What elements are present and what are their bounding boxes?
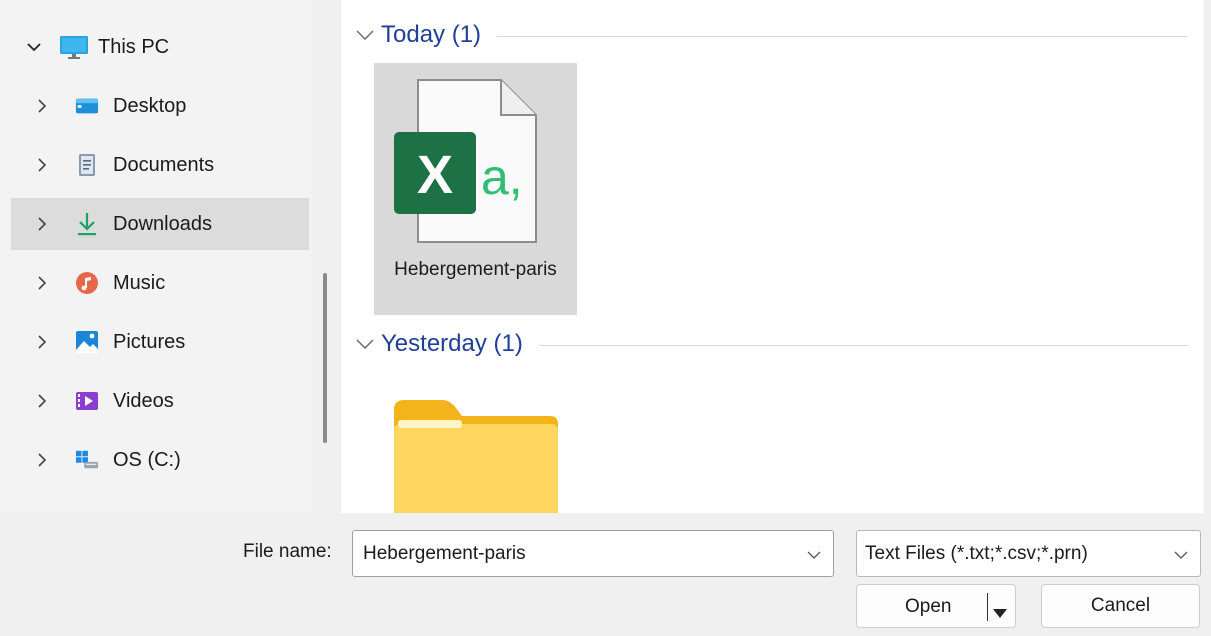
nav-item-label: Videos bbox=[113, 389, 174, 412]
documents-icon bbox=[75, 153, 99, 177]
cancel-button-label: Cancel bbox=[1090, 595, 1151, 616]
nav-item-this-pc[interactable]: This PC bbox=[11, 21, 309, 73]
folder-icon bbox=[392, 398, 560, 513]
dialog-footer: File name: Text Files (*.txt;*.csv;*.prn… bbox=[0, 513, 1211, 636]
chevron-right-icon[interactable] bbox=[35, 276, 49, 290]
chevron-down-icon[interactable] bbox=[807, 547, 821, 565]
chevron-right-icon[interactable] bbox=[35, 335, 49, 349]
file-tile[interactable]: X a, Hebergement-paris bbox=[374, 63, 577, 315]
group-title: Today (1) bbox=[381, 21, 482, 48]
file-list-pane: Today (1) X a, Hebergement-paris Yesterd… bbox=[341, 0, 1204, 513]
open-button[interactable]: Open bbox=[856, 584, 1016, 628]
nav-item-label: Downloads bbox=[113, 212, 212, 235]
download-arrow-icon bbox=[75, 212, 99, 236]
chevron-down-icon[interactable] bbox=[355, 334, 375, 354]
file-type-value: Text Files (*.txt;*.csv;*.prn) bbox=[865, 543, 1088, 564]
chevron-right-icon[interactable] bbox=[35, 158, 49, 172]
chevron-right-icon[interactable] bbox=[35, 394, 49, 408]
group-divider bbox=[538, 344, 1188, 346]
group-divider bbox=[497, 35, 1188, 37]
navigation-pane: This PC Desktop Documents Downloads Musi… bbox=[0, 0, 312, 513]
nav-item-desktop[interactable]: Desktop bbox=[11, 80, 309, 132]
svg-text:X: X bbox=[417, 145, 453, 205]
music-icon bbox=[75, 271, 99, 295]
nav-item-pictures[interactable]: Pictures bbox=[11, 316, 309, 368]
file-type-select[interactable]: Text Files (*.txt;*.csv;*.prn) bbox=[856, 530, 1201, 577]
cancel-button[interactable]: Cancel bbox=[1041, 584, 1200, 628]
split-divider bbox=[987, 593, 988, 621]
chevron-down-icon[interactable] bbox=[355, 25, 375, 45]
chevron-right-icon[interactable] bbox=[35, 453, 49, 467]
content-border bbox=[1204, 0, 1211, 513]
svg-text:a,: a, bbox=[481, 149, 523, 205]
monitor-icon bbox=[59, 35, 89, 59]
videos-icon bbox=[75, 389, 99, 413]
chevron-right-icon[interactable] bbox=[35, 99, 49, 113]
excel-csv-icon: X a, bbox=[392, 77, 542, 252]
nav-item-downloads[interactable]: Downloads bbox=[11, 198, 309, 250]
chevron-right-icon[interactable] bbox=[35, 217, 49, 231]
group-title: Yesterday (1) bbox=[381, 330, 523, 357]
group-header-yesterday[interactable]: Yesterday (1) bbox=[355, 328, 1188, 360]
open-button-label: Open bbox=[905, 596, 952, 617]
pictures-icon bbox=[75, 330, 99, 354]
nav-item-label: Music bbox=[113, 271, 166, 294]
caret-down-icon[interactable] bbox=[993, 602, 1007, 624]
nav-item-label: OS (C:) bbox=[113, 448, 181, 471]
nav-item-label: Desktop bbox=[113, 94, 187, 117]
file-name-label: File name: bbox=[243, 541, 332, 562]
navigation-scrollbar[interactable] bbox=[323, 273, 327, 443]
nav-item-documents[interactable]: Documents bbox=[11, 139, 309, 191]
file-name: Hebergement-paris bbox=[394, 259, 557, 280]
chevron-down-icon[interactable] bbox=[1174, 547, 1188, 565]
chevron-down-icon[interactable] bbox=[27, 40, 41, 54]
drive-icon bbox=[75, 448, 99, 472]
file-name-combobox[interactable] bbox=[352, 530, 834, 577]
nav-item-label: Pictures bbox=[113, 330, 186, 353]
nav-item-label: This PC bbox=[98, 35, 170, 58]
folder-tile[interactable] bbox=[374, 372, 577, 513]
nav-item-label: Documents bbox=[113, 153, 215, 176]
group-header-today[interactable]: Today (1) bbox=[355, 19, 1188, 51]
desktop-folder-icon bbox=[75, 94, 99, 118]
nav-item-os-drive[interactable]: OS (C:) bbox=[11, 434, 309, 486]
nav-item-music[interactable]: Music bbox=[11, 257, 309, 309]
file-name-input[interactable] bbox=[361, 531, 795, 577]
nav-item-videos[interactable]: Videos bbox=[11, 375, 309, 427]
